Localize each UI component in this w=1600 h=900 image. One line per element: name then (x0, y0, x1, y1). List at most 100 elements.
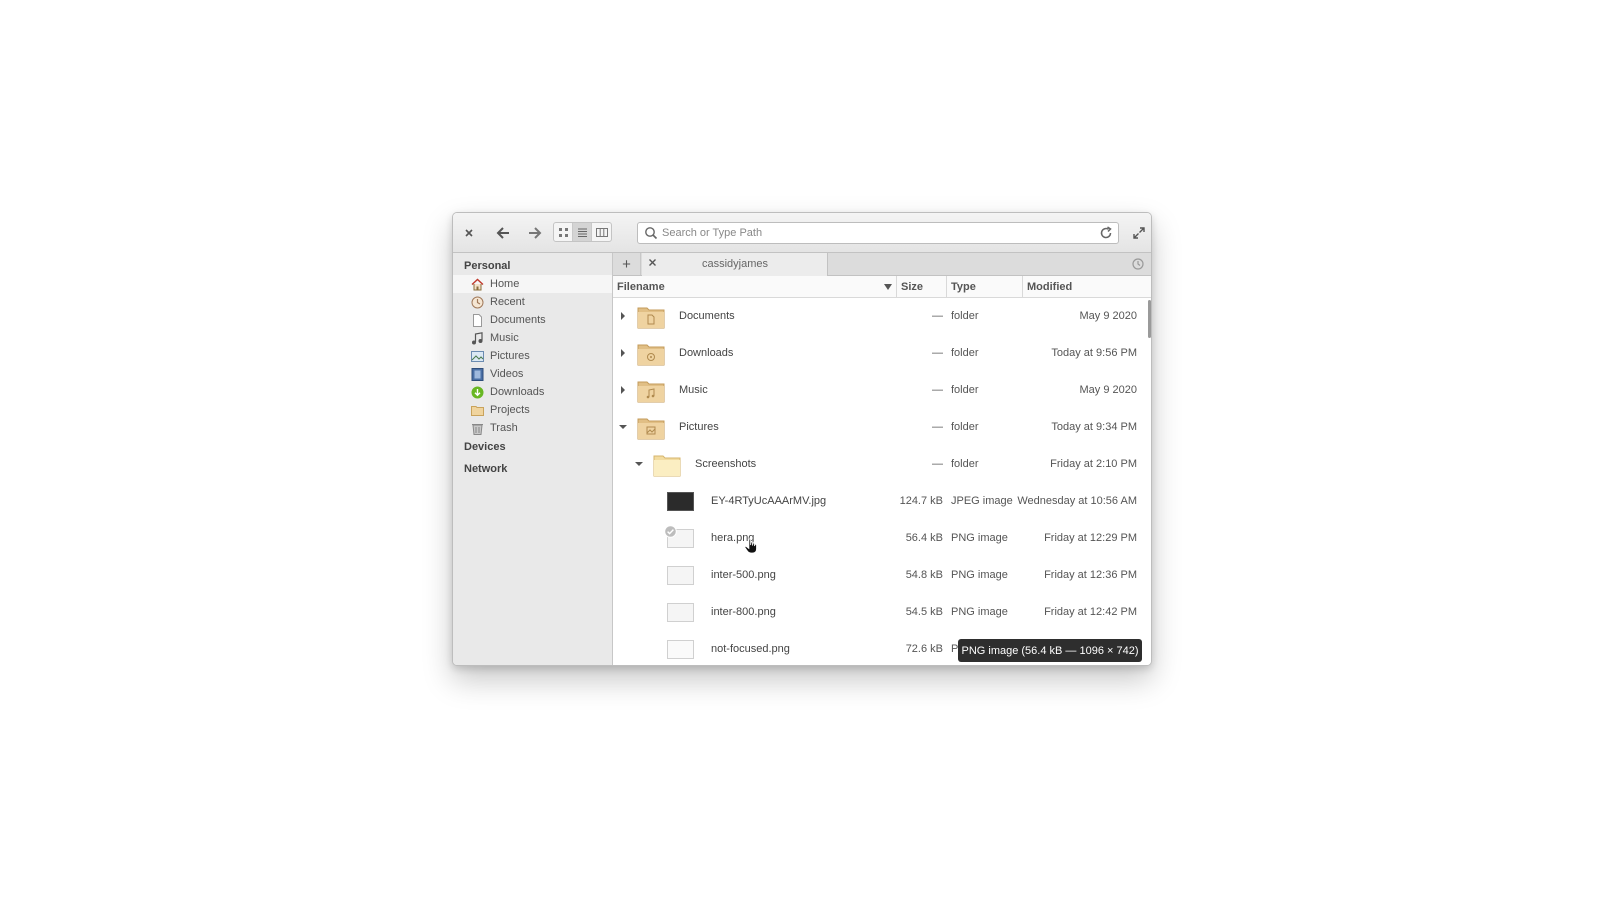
sidebar-item-documents[interactable]: Documents (453, 311, 612, 329)
search-path-field[interactable] (637, 222, 1119, 244)
plus-icon: + (622, 255, 631, 273)
file-type: folder (951, 310, 979, 322)
close-window-button[interactable] (461, 222, 477, 244)
forward-button[interactable] (523, 222, 547, 244)
file-type: folder (951, 421, 979, 433)
arrow-right-icon (529, 227, 542, 239)
closed-tabs-history-icon[interactable] (1131, 257, 1145, 271)
sidebar-item-label: Trash (490, 422, 518, 434)
close-icon (465, 229, 473, 237)
tab-bar: + cassidyjames (613, 253, 1151, 276)
sidebar-item-projects[interactable]: Projects (453, 401, 612, 419)
file-size: — (932, 384, 943, 396)
sidebar-item-home[interactable]: Home (453, 275, 612, 293)
file-list: Documents — folder May 9 2020 Downloads … (613, 298, 1151, 665)
column-type[interactable]: Type (947, 276, 1023, 298)
pictures-icon (471, 350, 484, 363)
file-modified: Friday at 12:36 PM (1044, 569, 1137, 581)
reload-icon[interactable] (1098, 225, 1114, 241)
column-type-label: Type (951, 281, 976, 293)
sidebar: Personal Home Recent Documents Music Pic… (453, 253, 613, 665)
file-size: 56.4 kB (905, 532, 943, 544)
sidebar-item-recent[interactable]: Recent (453, 293, 612, 311)
arrow-left-icon (496, 227, 509, 239)
column-size[interactable]: Size (897, 276, 947, 298)
file-modified: Friday at 2:10 PM (1050, 458, 1137, 470)
file-size: — (932, 347, 943, 359)
table-row[interactable]: inter-800.png 54.5 kB PNG image Friday a… (613, 594, 1151, 631)
grid-view-icon (558, 227, 568, 237)
sidebar-item-label: Downloads (490, 386, 545, 398)
trash-icon (471, 422, 484, 435)
column-size-label: Size (901, 281, 924, 293)
table-row[interactable]: Music — folder May 9 2020 (613, 372, 1151, 409)
table-row[interactable]: Downloads — folder Today at 9:56 PM (613, 335, 1151, 372)
column-modified[interactable]: Modified (1023, 276, 1151, 298)
sidebar-item-pictures[interactable]: Pictures (453, 347, 612, 365)
file-modified: Friday at 12:42 PM (1044, 606, 1137, 618)
column-modified-label: Modified (1027, 281, 1073, 293)
maximize-button[interactable] (1131, 222, 1147, 244)
back-button[interactable] (491, 222, 515, 244)
hand-pointer-cursor-icon (744, 538, 757, 554)
tab-close-button[interactable] (648, 256, 657, 270)
maximize-icon (1133, 227, 1145, 239)
sidebar-item-videos[interactable]: Videos (453, 365, 612, 383)
file-type: folder (951, 347, 979, 359)
videos-icon (471, 367, 484, 381)
sidebar-item-label: Projects (490, 404, 530, 416)
column-view-icon (595, 227, 608, 237)
projects-folder-icon (471, 404, 484, 417)
sidebar-item-label: Videos (490, 368, 524, 380)
file-size: 54.8 kB (905, 569, 943, 581)
column-filename-label: Filename (617, 281, 665, 293)
view-mode-switcher (553, 222, 612, 242)
column-filename[interactable]: Filename (613, 276, 897, 298)
file-modified: Wednesday at 10:56 AM (1017, 495, 1137, 507)
sidebar-item-label: Pictures (490, 350, 530, 362)
sidebar-heading-network[interactable]: Network (464, 463, 507, 475)
table-row[interactable]: Documents — folder May 9 2020 (613, 298, 1151, 335)
tab-cassidyjames[interactable]: cassidyjames (642, 253, 828, 276)
search-icon (645, 227, 658, 240)
home-icon (471, 278, 484, 291)
sidebar-item-trash[interactable]: Trash (453, 419, 612, 437)
table-row[interactable]: EY-4RTyUcAAArMV.jpg 124.7 kB JPEG image … (613, 483, 1151, 520)
file-type: JPEG image (951, 495, 1013, 507)
table-row[interactable]: inter-500.png 54.8 kB PNG image Friday a… (613, 557, 1151, 594)
header-bar (453, 213, 1151, 253)
list-view-button[interactable] (573, 223, 592, 241)
file-modified: Today at 9:34 PM (1051, 421, 1137, 433)
sidebar-item-music[interactable]: Music (453, 329, 612, 347)
sidebar-item-label: Music (490, 332, 519, 344)
close-icon (649, 259, 656, 266)
file-type: folder (951, 458, 979, 470)
file-type: PNG image (951, 532, 1008, 544)
file-size: — (932, 310, 943, 322)
file-type: PNG image (951, 606, 1008, 618)
sidebar-heading-devices[interactable]: Devices (464, 441, 506, 453)
file-size: 72.6 kB (905, 643, 943, 655)
tab-label: cassidyjames (701, 258, 769, 270)
sidebar-item-downloads[interactable]: Downloads (453, 383, 612, 401)
column-header: Filename Size Type Modified (613, 276, 1151, 298)
recent-icon (471, 296, 484, 309)
table-row[interactable]: Screenshots — folder Friday at 2:10 PM (613, 446, 1151, 483)
sidebar-heading-personal[interactable]: Personal (464, 260, 510, 272)
file-modified: May 9 2020 (1079, 310, 1137, 322)
sidebar-item-label: Recent (490, 296, 525, 308)
file-size: 54.5 kB (905, 606, 943, 618)
column-view-button[interactable] (592, 223, 611, 241)
file-size: — (932, 458, 943, 470)
file-modified: Friday at 12:29 PM (1044, 532, 1137, 544)
new-tab-button[interactable]: + (613, 253, 641, 275)
sort-descending-icon (884, 284, 892, 290)
file-modified: Today at 9:56 PM (1051, 347, 1137, 359)
file-size: — (932, 421, 943, 433)
table-row[interactable]: hera.png 56.4 kB PNG image Friday at 12:… (613, 520, 1151, 557)
grid-view-button[interactable] (554, 223, 573, 241)
music-icon (471, 331, 484, 345)
table-row[interactable]: Pictures — folder Today at 9:34 PM (613, 409, 1151, 446)
search-input[interactable] (662, 223, 1082, 243)
sidebar-item-label: Home (490, 278, 520, 290)
